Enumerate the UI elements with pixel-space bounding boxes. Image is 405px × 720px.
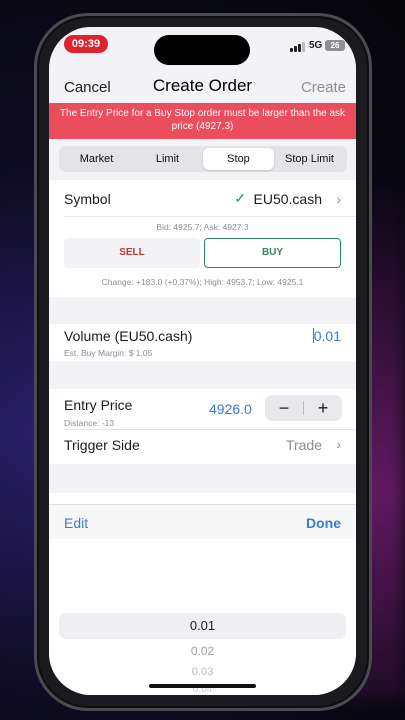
tab-limit[interactable]: Limit: [132, 148, 203, 170]
edit-button[interactable]: Edit: [64, 515, 88, 531]
sell-button[interactable]: SELL: [64, 238, 200, 268]
entry-price-label: Entry Price: [64, 397, 133, 413]
nav-bar: Cancel Create Order Create: [49, 69, 356, 103]
picker-option[interactable]: 0.01: [49, 618, 356, 633]
symbol-label: Symbol: [64, 191, 111, 207]
battery-icon: 26: [325, 40, 345, 51]
entry-price-stepper: − +: [265, 395, 342, 421]
status-time: 09:39: [64, 35, 108, 53]
divider: [64, 216, 356, 217]
chevron-right-icon[interactable]: ›: [336, 191, 341, 207]
checkmark-icon: ✓: [234, 190, 246, 206]
volume-label: Volume (EU50.cash): [64, 328, 193, 344]
tab-market[interactable]: Market: [61, 148, 132, 170]
entry-price-value[interactable]: 4926.0: [209, 401, 252, 417]
dynamic-island: [154, 35, 250, 65]
create-button[interactable]: Create: [301, 79, 346, 96]
picker-option[interactable]: 0.02: [49, 644, 356, 658]
tab-stop-limit[interactable]: Stop Limit: [274, 148, 345, 170]
error-banner: The Entry Price for a Buy Stop order mus…: [49, 103, 356, 139]
trigger-side-value[interactable]: Trade: [286, 437, 322, 453]
next-section-peek: [49, 493, 356, 504]
status-bar: 09:39 5G 26: [49, 27, 356, 67]
volume-value: 0.01: [313, 328, 341, 344]
keyboard-toolbar: Edit Done: [49, 504, 356, 539]
entry-section: Entry Price 4926.0 − + Distance: -13 Tri…: [49, 389, 356, 464]
chevron-right-icon[interactable]: ›: [336, 436, 341, 452]
order-type-bar: Market Limit Stop Stop Limit: [49, 140, 356, 180]
symbol-section: Symbol ✓ EU50.cash › Bid: 4925.7; Ask: 4…: [49, 180, 356, 297]
volume-section: Volume (EU50.cash) 0.01 Est. Buy Margin:…: [49, 324, 356, 361]
decrement-button[interactable]: −: [265, 395, 303, 421]
distance-text: Distance: -13: [64, 418, 115, 428]
bid-ask-text: Bid: 4925.7; Ask: 4927.3: [156, 222, 249, 232]
done-button[interactable]: Done: [306, 515, 341, 531]
home-indicator: [149, 684, 256, 688]
network-label: 5G: [309, 40, 323, 51]
divider: [64, 429, 356, 430]
signal-icon: [290, 42, 305, 52]
buy-button[interactable]: BUY: [204, 238, 341, 268]
margin-text: Est. Buy Margin: $ 1.05: [64, 348, 153, 358]
change-text: Change: +183.0 (+0.37%); High: 4953.7; L…: [101, 277, 304, 287]
increment-button[interactable]: +: [304, 395, 342, 421]
picker-option[interactable]: 0.03: [49, 666, 356, 678]
trigger-side-label: Trigger Side: [64, 437, 140, 453]
volume-input[interactable]: 0.01: [312, 328, 341, 344]
order-type-segmented-control: Market Limit Stop Stop Limit: [59, 146, 347, 172]
volume-picker[interactable]: 0.01 0.02 0.03 0.04: [49, 539, 356, 695]
symbol-value[interactable]: EU50.cash: [254, 191, 322, 207]
app-screen: 09:39 5G 26 Cancel Create Order Create T…: [49, 27, 356, 695]
tab-stop[interactable]: Stop: [203, 148, 274, 170]
